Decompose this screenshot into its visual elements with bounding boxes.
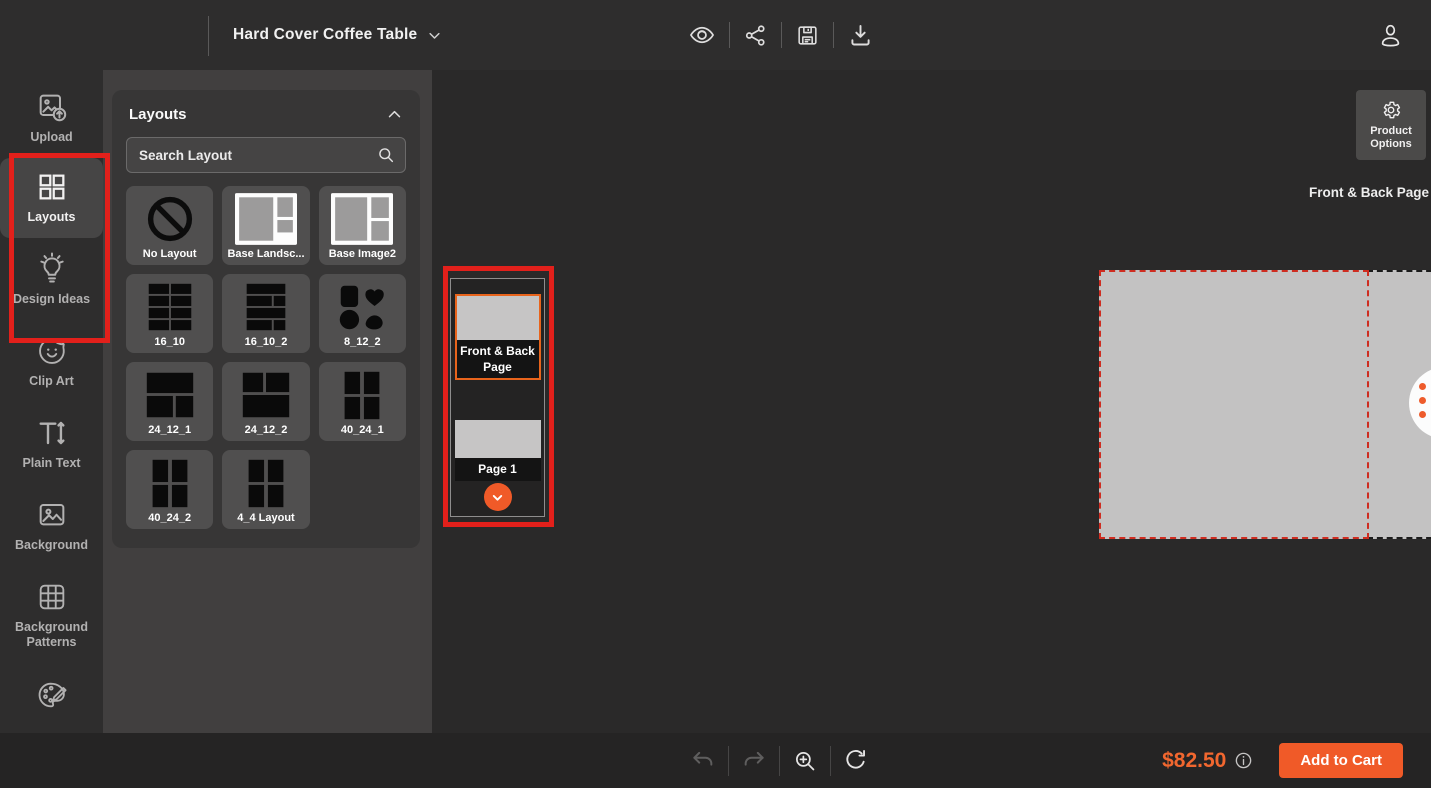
page-thumbnail-label: Page 1 — [454, 458, 541, 481]
layout-tile-24-12-1[interactable]: 24_12_1 — [126, 362, 214, 441]
share-icon[interactable] — [743, 23, 768, 48]
topbar-tool-divider — [729, 22, 730, 48]
handle-dot — [1419, 411, 1426, 418]
canvas-page-left-selected[interactable] — [1099, 270, 1369, 539]
topbar-tools — [688, 0, 874, 70]
sidebar-item-label: Design Ideas — [12, 292, 91, 306]
toolbar-divider — [728, 745, 729, 776]
layout-tile-base-landscape[interactable]: Base Landsc... — [222, 186, 310, 265]
layout-tile-base-image2[interactable]: Base Image2 — [318, 186, 406, 265]
sidebar-item-label: Plain Text — [22, 456, 81, 470]
layout-tile-40-24-2[interactable]: 40_24_2 — [126, 450, 214, 529]
chevron-down-icon — [490, 490, 505, 505]
topbar-tool-divider — [833, 22, 834, 48]
layout-tile-8-12-2[interactable]: 8_12_2 — [318, 274, 406, 353]
pages-panel: Front & Back Page Page 1 — [450, 278, 545, 517]
bottom-toolbar: $82.50 Add to Cart — [0, 733, 1431, 788]
layouts-card-header: Layouts — [126, 106, 406, 123]
checkout-area: $82.50 Add to Cart — [1162, 733, 1403, 788]
handle-dot — [1419, 383, 1426, 390]
info-icon[interactable] — [1234, 751, 1253, 770]
product-options-label: Product Options — [1370, 124, 1412, 150]
redo-icon[interactable] — [741, 748, 767, 774]
sidebar-item-upload[interactable]: Upload — [0, 78, 103, 158]
chevron-up-icon[interactable] — [386, 106, 403, 123]
sidebar-item-layouts[interactable]: Layouts — [0, 158, 103, 238]
palette-brush-icon — [35, 678, 69, 712]
product-options-button[interactable]: Product Options — [1356, 90, 1426, 160]
sidebar-item-clip-art[interactable]: Clip Art — [0, 322, 103, 402]
sidebar-item-label: Background — [15, 538, 88, 552]
sidebar-item-background-patterns[interactable]: Background Patterns — [0, 568, 103, 663]
page-thumbnail-page-1[interactable]: Page 1 — [454, 420, 541, 481]
chevron-down-icon — [427, 28, 442, 43]
layout-thumbnail — [224, 454, 307, 512]
product-title: Hard Cover Coffee Table — [233, 26, 418, 43]
sidebar-item-background[interactable]: Background — [0, 486, 103, 566]
page-thumbnail-front-back[interactable]: Front & Back Page — [454, 294, 541, 381]
topbar-divider — [208, 16, 209, 56]
add-to-cart-button[interactable]: Add to Cart — [1279, 743, 1403, 778]
eye-icon[interactable] — [688, 21, 716, 49]
layout-tile-no-layout[interactable]: No Layout — [126, 186, 214, 265]
download-icon[interactable] — [847, 22, 874, 49]
sidebar-item-color-palette[interactable] — [0, 665, 103, 732]
undo-icon[interactable] — [690, 748, 716, 774]
topbar: Hard Cover Coffee Table — [0, 0, 1431, 70]
layouts-card: Layouts No Layout Base Landsc... — [112, 90, 420, 548]
layout-tile-24-12-2[interactable]: 24_12_2 — [222, 362, 310, 441]
rotate-icon[interactable] — [843, 748, 868, 773]
user-icon[interactable] — [1377, 0, 1404, 70]
layout-thumbnail — [224, 190, 307, 248]
sidebar-item-plain-text[interactable]: Plain Text — [0, 404, 103, 484]
layout-search — [126, 137, 406, 173]
layout-thumbnail — [321, 278, 404, 336]
handle-dot — [1419, 397, 1426, 404]
sidebar: Upload Layouts Design Ideas Clip Art Pla… — [0, 70, 103, 733]
layout-thumbnail — [128, 278, 211, 336]
text-resize-icon — [36, 417, 68, 449]
page-thumbnail-image — [456, 296, 539, 340]
sidebar-item-label: Layouts — [27, 210, 76, 224]
price-label: $82.50 — [1162, 748, 1227, 772]
toolbar-divider — [779, 745, 780, 776]
sidebar-item-label: Clip Art — [29, 374, 74, 388]
image-icon — [36, 499, 68, 531]
layout-thumbnail — [224, 366, 307, 424]
layout-tile-16-10-2[interactable]: 16_10_2 — [222, 274, 310, 353]
lightbulb-icon — [35, 251, 69, 285]
search-icon[interactable] — [376, 145, 396, 165]
layout-tile-40-24-1[interactable]: 40_24_1 — [318, 362, 406, 441]
layout-thumbnail — [224, 278, 307, 336]
canvas-page-title: Front & Back Page — [1308, 185, 1430, 200]
layout-grid-icon — [36, 171, 68, 203]
layout-thumbnail — [321, 190, 404, 248]
sidebar-item-design-ideas[interactable]: Design Ideas — [0, 238, 103, 320]
product-title-dropdown[interactable]: Hard Cover Coffee Table — [233, 0, 442, 70]
layout-tiles-grid: No Layout Base Landsc... Base Image2 16_… — [126, 186, 406, 529]
pages-expand-button[interactable] — [483, 483, 512, 511]
canvas-tools — [690, 733, 868, 788]
search-input[interactable] — [126, 137, 406, 173]
pattern-grid-icon — [36, 581, 68, 613]
layout-thumbnail — [321, 366, 404, 424]
topbar-tool-divider — [781, 22, 782, 48]
sticker-icon — [36, 335, 68, 367]
page-thumbnail-image — [454, 420, 541, 459]
layout-thumbnail — [128, 454, 211, 512]
sidebar-item-label: Upload — [30, 130, 73, 144]
design-canvas: Front & Back Page — [432, 70, 1431, 733]
floppy-save-icon[interactable] — [795, 23, 820, 48]
no-layout-icon — [128, 190, 211, 248]
layout-thumbnail — [128, 366, 211, 424]
layouts-panel-title: Layouts — [129, 106, 187, 123]
page-thumbnail-label: Front & Back Page — [456, 340, 539, 379]
gear-icon — [1380, 99, 1402, 121]
layout-tile-16-10[interactable]: 16_10 — [126, 274, 214, 353]
layout-tile-4-4-layout[interactable]: 4_4 Layout — [222, 450, 310, 529]
zoom-in-icon[interactable] — [792, 748, 818, 774]
sidebar-item-label: Background Patterns — [15, 620, 88, 649]
image-upload-icon — [36, 91, 68, 123]
toolbar-divider — [830, 745, 831, 776]
